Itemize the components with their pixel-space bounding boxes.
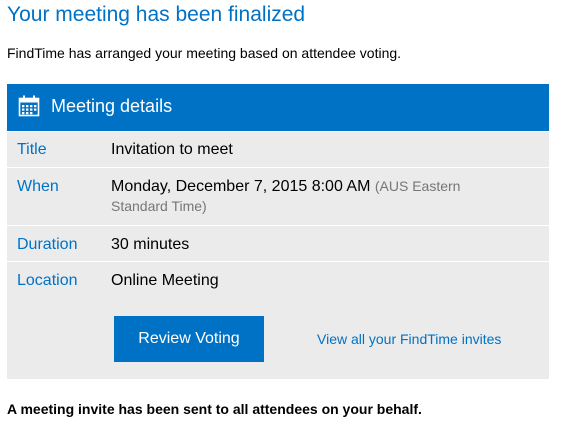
location-label: Location bbox=[17, 272, 78, 289]
card-title: Meeting details bbox=[51, 96, 173, 116]
when-label: When bbox=[17, 178, 59, 195]
when-datetime: Monday, December 7, 2015 8:00 AM bbox=[111, 178, 371, 195]
duration-label: Duration bbox=[17, 236, 78, 253]
detail-row-location: Location Online Meeting bbox=[7, 261, 549, 298]
intro-text: FindTime has arranged your meeting based… bbox=[7, 45, 402, 61]
timezone-text-part1: (AUS Eastern bbox=[374, 178, 461, 194]
detail-row-duration: Duration 30 minutes bbox=[7, 225, 549, 262]
detail-row-when: When Monday, December 7, 2015 8:00 AM (A… bbox=[7, 167, 549, 226]
title-label: Title bbox=[17, 141, 47, 158]
card-header: Meeting details bbox=[7, 84, 549, 131]
meeting-details-card: Meeting details Title Invitation to meet… bbox=[7, 84, 549, 379]
page-title: Your meeting has been finalized bbox=[7, 3, 306, 26]
detail-row-title: Title Invitation to meet bbox=[7, 131, 549, 168]
view-all-invites-link[interactable]: View all your FindTime invites bbox=[317, 331, 501, 347]
title-value: Invitation to meet bbox=[111, 141, 233, 158]
location-value: Online Meeting bbox=[111, 272, 219, 289]
invite-sent-note: A meeting invite has been sent to all at… bbox=[7, 401, 422, 417]
calendar-icon bbox=[18, 95, 40, 117]
when-value: Monday, December 7, 2015 8:00 AM (AUS Ea… bbox=[111, 178, 460, 196]
review-voting-button[interactable]: Review Voting bbox=[114, 316, 264, 362]
duration-value: 30 minutes bbox=[111, 236, 190, 253]
timezone-text-part2: Standard Time) bbox=[111, 198, 207, 214]
